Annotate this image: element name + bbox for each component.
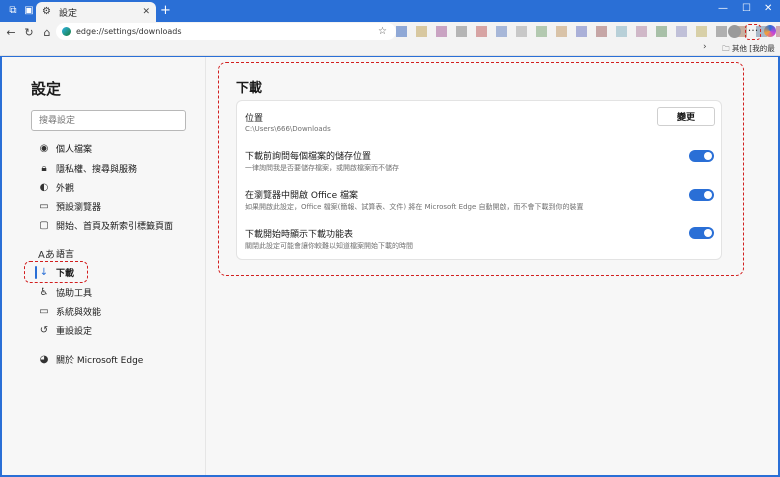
favorite-site-icon[interactable]	[476, 26, 487, 37]
favorite-site-icon[interactable]	[696, 26, 707, 37]
chevron-right-icon[interactable]: ›	[703, 42, 707, 52]
office-files-desc: 如果開啟此設定，Office 檔案(簡報、試算表、文件) 將在 Microsof…	[245, 203, 584, 211]
tab-actions-icon[interactable]: ▣	[22, 4, 36, 18]
laptop-icon: ▭	[39, 305, 49, 317]
reset-icon: ↺	[39, 324, 49, 336]
office-files-title: 在瀏覽器中開啟 Office 檔案	[245, 191, 358, 201]
profile-avatar[interactable]	[728, 25, 741, 38]
sidebar-item-default-browser[interactable]: ▭ 預設瀏覽器	[38, 198, 101, 214]
favorite-site-icon[interactable]	[636, 26, 647, 37]
sidebar-title: 設定	[31, 80, 62, 98]
favorite-site-icon[interactable]	[776, 26, 780, 37]
downloads-title: 下載	[236, 81, 263, 96]
ask-location-desc: 一律詢問我是否要儲存檔案，或開啟檔案而不儲存	[245, 164, 399, 172]
sidebar-item-profiles[interactable]: ◉ 個人檔案	[38, 140, 92, 156]
lock-icon: 🔒︎	[41, 162, 47, 174]
location-path: C:\Users\666\Downloads	[245, 125, 331, 133]
office-files-toggle[interactable]	[689, 189, 714, 201]
favorite-site-icon[interactable]	[416, 26, 427, 37]
ask-location-toggle[interactable]	[689, 150, 714, 162]
close-window-button[interactable]: ✕	[764, 3, 772, 14]
close-tab-icon[interactable]: ✕	[142, 7, 150, 17]
sidebar-item-reset[interactable]: ↺ 重設設定	[38, 322, 92, 338]
change-location-button[interactable]: 變更	[657, 107, 715, 126]
sidebar-item-accessibility[interactable]: ♿︎ 協助工具	[38, 284, 93, 300]
favorite-site-icon[interactable]	[596, 26, 607, 37]
edge-logo-icon	[62, 27, 71, 36]
favorite-site-icon[interactable]	[396, 26, 407, 37]
favorite-star-icon[interactable]: ☆	[378, 26, 387, 37]
location-title: 位置	[245, 114, 264, 124]
sidebar-item-privacy[interactable]: 🔒︎ 隱私權、搜尋與服務	[38, 160, 137, 176]
favorites-bar: › 🗀 其他 [我的最愛]	[0, 42, 780, 66]
favorite-site-icon[interactable]	[656, 26, 667, 37]
ask-location-title: 下載前詢問每個檔案的儲存位置	[245, 152, 372, 162]
navigation-bar: ← ↻ ⌂ edge://settings/downloads ☆ ···	[0, 22, 780, 42]
sidebar-item-languages[interactable]: Aあ 語言	[38, 245, 74, 261]
favorite-site-icon[interactable]	[436, 26, 447, 37]
address-url: edge://settings/downloads	[76, 27, 182, 36]
language-icon: Aあ	[38, 249, 55, 261]
download-menu-toggle[interactable]	[689, 227, 714, 239]
maximize-button[interactable]: ☐	[742, 3, 751, 14]
sidebar-item-start-home[interactable]: ▢ 開始、首頁及新索引標籤頁面	[38, 217, 173, 233]
favorite-site-icon[interactable]	[516, 26, 527, 37]
favorite-site-icon[interactable]	[536, 26, 547, 37]
accessibility-icon: ♿︎	[39, 286, 49, 298]
workspaces-icon[interactable]: ⧉	[6, 4, 20, 18]
sidebar-item-appearance[interactable]: ◐ 外觀	[38, 179, 74, 195]
new-tab-button[interactable]: +	[160, 4, 171, 18]
favorite-site-icon[interactable]	[556, 26, 567, 37]
address-bar[interactable]: edge://settings/downloads	[56, 23, 396, 40]
favorites-icons	[396, 26, 780, 37]
favorite-site-icon[interactable]	[496, 26, 507, 37]
palette-icon: ◐	[39, 181, 49, 193]
sidebar-item-system[interactable]: ▭ 系統與效能	[38, 303, 101, 319]
edge-icon: ◕	[39, 353, 49, 365]
favorite-site-icon[interactable]	[576, 26, 587, 37]
search-settings-input[interactable]	[31, 110, 186, 131]
favorite-site-icon[interactable]	[616, 26, 627, 37]
tab-title: 設定	[59, 8, 78, 19]
profile-icon: ◉	[39, 142, 49, 154]
home-page-icon: ▢	[39, 219, 49, 231]
favorite-site-icon[interactable]	[716, 26, 727, 37]
home-button[interactable]: ⌂	[38, 26, 56, 39]
back-button[interactable]: ←	[2, 26, 20, 39]
gear-icon: ⚙	[42, 6, 51, 17]
favorite-site-icon[interactable]	[676, 26, 687, 37]
settings-page: 設定 ◉個人檔案 🔒︎隱私權、搜尋與服務 ◐外觀 ▭預設瀏覽器 ▢開始、首頁及新…	[2, 57, 778, 475]
title-bar: ⧉ ▣ ⚙ 設定 ✕ + — ☐ ✕	[0, 0, 780, 22]
download-menu-desc: 關閉此設定可能會讓你較難以知道檔案開始下載的時間	[245, 242, 413, 250]
downloads-highlight	[24, 261, 88, 283]
settings-and-more-button[interactable]: ···	[745, 24, 761, 40]
refresh-button[interactable]: ↻	[20, 26, 38, 39]
sidebar-item-about[interactable]: ◕ 關於 Microsoft Edge	[38, 351, 144, 367]
minimize-button[interactable]: —	[718, 3, 728, 14]
copilot-icon[interactable]	[764, 25, 776, 37]
downloads-settings-card: 位置 C:\Users\666\Downloads 變更 下載前詢問每個檔案的儲…	[236, 100, 722, 260]
download-menu-title: 下載開始時顯示下載功能表	[245, 230, 354, 240]
favorite-site-icon[interactable]	[456, 26, 467, 37]
browser-icon: ▭	[39, 200, 49, 212]
tab-settings[interactable]: ⚙ 設定 ✕	[36, 2, 156, 22]
settings-sidebar: 設定 ◉個人檔案 🔒︎隱私權、搜尋與服務 ◐外觀 ▭預設瀏覽器 ▢開始、首頁及新…	[2, 57, 206, 475]
